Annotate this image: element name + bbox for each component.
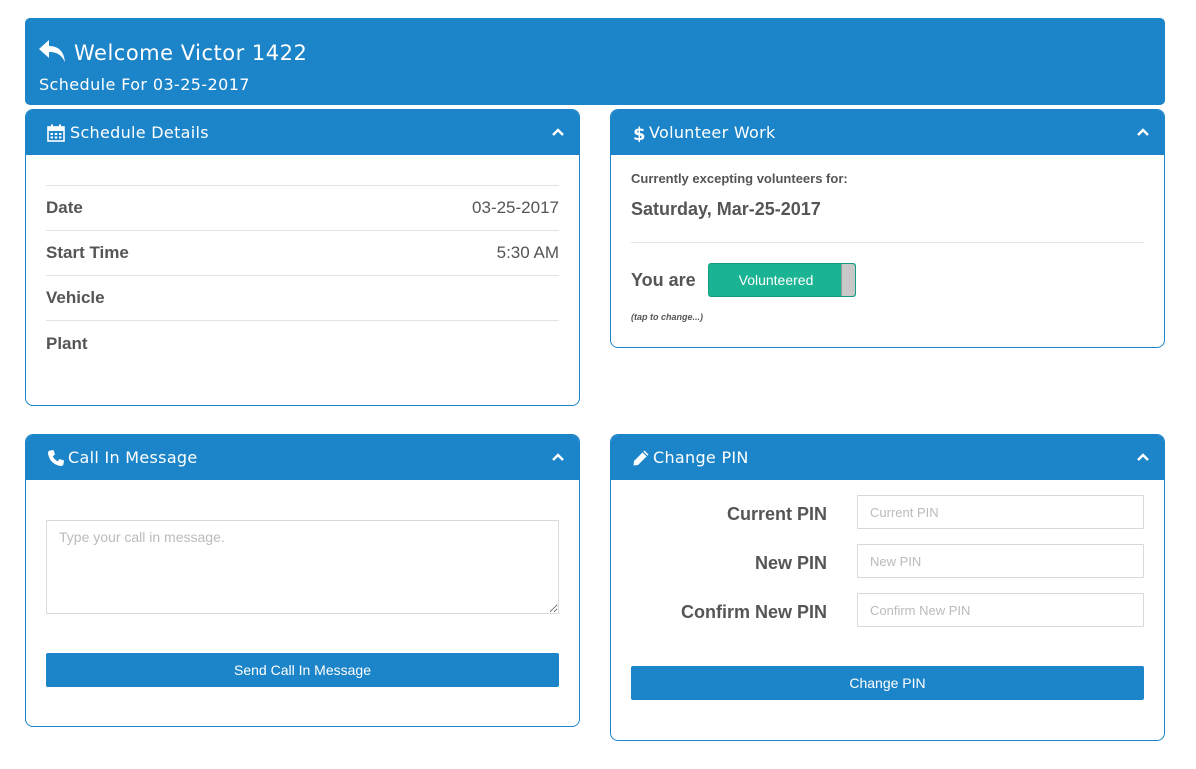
current-pin-input[interactable] bbox=[857, 495, 1144, 529]
confirm-new-pin-label: Confirm New PIN bbox=[680, 602, 827, 622]
call-in-message-header[interactable]: Call In Message bbox=[26, 435, 579, 480]
welcome-title: Welcome Victor 1422 bbox=[74, 41, 308, 65]
row-label: Start Time bbox=[46, 243, 129, 262]
row-label: Vehicle bbox=[46, 288, 105, 307]
page-header: Welcome Victor 1422 Schedule For 03-25-2… bbox=[25, 18, 1165, 105]
schedule-row-start-time: Start Time 5:30 AM bbox=[46, 231, 559, 276]
call-in-message-title: Call In Message bbox=[68, 448, 198, 467]
send-call-in-message-button[interactable]: Send Call In Message bbox=[46, 653, 559, 687]
svg-text:$: $ bbox=[633, 124, 646, 142]
row-value: 03-25-2017 bbox=[472, 198, 559, 217]
volunteer-date: Saturday, Mar-25-2017 bbox=[631, 199, 821, 219]
you-are-label: You are bbox=[631, 270, 696, 290]
calendar-icon bbox=[47, 124, 65, 142]
row-value: 5:30 AM bbox=[496, 243, 559, 262]
chevron-up-icon[interactable] bbox=[551, 452, 565, 462]
schedule-rows: Date 03-25-2017 Start Time 5:30 AM Vehic… bbox=[46, 185, 559, 366]
volunteer-work-panel: $ Volunteer Work Currently excepting vol… bbox=[610, 109, 1165, 348]
toggle-label: Volunteered bbox=[738, 272, 814, 288]
new-pin-label: New PIN bbox=[754, 553, 827, 573]
chevron-up-icon[interactable] bbox=[1136, 127, 1150, 137]
schedule-row-vehicle: Vehicle bbox=[46, 276, 559, 321]
change-pin-panel: Change PIN Current PIN New PIN Confirm N… bbox=[610, 434, 1165, 741]
chevron-up-icon[interactable] bbox=[551, 127, 565, 137]
confirm-new-pin-input[interactable] bbox=[857, 593, 1144, 627]
tap-hint: (tap to change...) bbox=[631, 312, 703, 322]
change-pin-title: Change PIN bbox=[653, 448, 749, 467]
call-in-message-input[interactable] bbox=[46, 520, 559, 614]
schedule-row-plant: Plant bbox=[46, 321, 559, 366]
volunteer-label: Currently excepting volunteers for: bbox=[631, 171, 848, 186]
volunteer-toggle[interactable]: Volunteered bbox=[708, 263, 856, 297]
volunteer-work-title: Volunteer Work bbox=[649, 123, 776, 142]
row-label: Date bbox=[46, 198, 83, 217]
current-pin-label: Current PIN bbox=[726, 504, 827, 524]
volunteer-work-header[interactable]: $ Volunteer Work bbox=[611, 110, 1164, 155]
schedule-row-date: Date 03-25-2017 bbox=[46, 186, 559, 231]
call-in-message-panel: Call In Message Send Call In Message bbox=[25, 434, 580, 727]
toggle-knob bbox=[841, 264, 855, 296]
divider bbox=[631, 242, 1144, 243]
change-pin-button[interactable]: Change PIN bbox=[631, 666, 1144, 700]
schedule-details-title: Schedule Details bbox=[70, 123, 209, 142]
row-label: Plant bbox=[46, 333, 88, 353]
pencil-icon bbox=[633, 450, 649, 466]
schedule-details-panel: Schedule Details Date 03-25-2017 Start T… bbox=[25, 109, 580, 406]
schedule-details-header[interactable]: Schedule Details bbox=[26, 110, 579, 155]
phone-icon bbox=[48, 450, 64, 466]
new-pin-input[interactable] bbox=[857, 544, 1144, 578]
change-pin-header[interactable]: Change PIN bbox=[611, 435, 1164, 480]
chevron-up-icon[interactable] bbox=[1136, 452, 1150, 462]
schedule-subtitle: Schedule For 03-25-2017 bbox=[39, 75, 250, 94]
dollar-icon: $ bbox=[633, 124, 646, 142]
reply-arrow-icon[interactable] bbox=[38, 38, 66, 64]
